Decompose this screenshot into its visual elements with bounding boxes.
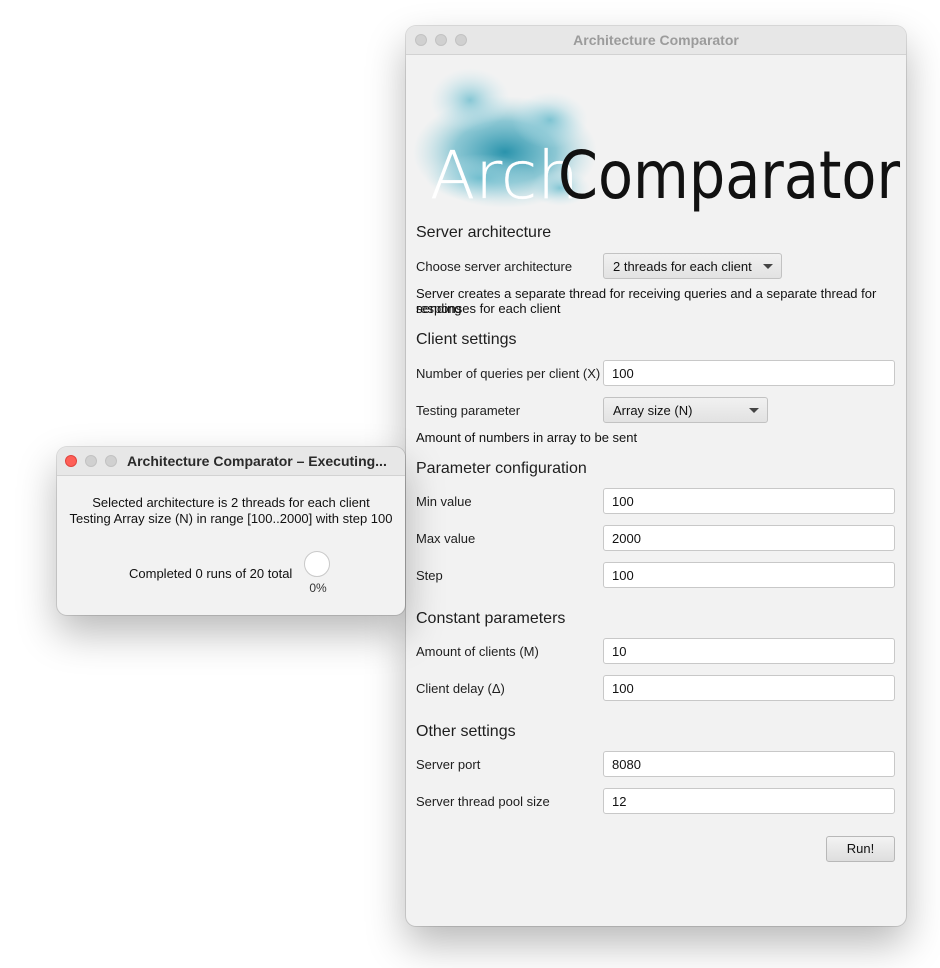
executing-dialog: Architecture Comparator – Executing... S…	[57, 447, 405, 615]
architecture-select-value: 2 threads for each client	[613, 259, 752, 274]
run-button[interactable]: Run!	[826, 836, 895, 862]
thread-pool-size-input[interactable]	[603, 788, 895, 814]
amount-of-clients-input[interactable]	[603, 638, 895, 664]
logo-text-comparator: Comparator	[558, 137, 901, 214]
amount-of-clients-label: Amount of clients (M)	[416, 644, 539, 659]
client-delay-label: Client delay (Δ)	[416, 681, 505, 696]
max-value-input[interactable]	[603, 525, 895, 551]
thread-pool-size-label: Server thread pool size	[416, 794, 550, 809]
logo-text-arch: Arch	[430, 137, 579, 214]
queries-per-client-input[interactable]	[603, 360, 895, 386]
queries-per-client-label: Number of queries per client (X)	[416, 366, 601, 381]
close-button[interactable]	[65, 455, 77, 467]
client-delay-input[interactable]	[603, 675, 895, 701]
section-heading-client-settings: Client settings	[416, 331, 517, 348]
step-label: Step	[416, 568, 443, 583]
archcomparator-logo: Arch Comparator	[413, 68, 901, 214]
progress-indicator	[304, 551, 330, 577]
dialog-title: Architecture Comparator – Executing...	[127, 453, 387, 469]
completed-runs-text: Completed 0 runs of 20 total	[129, 566, 293, 581]
step-input[interactable]	[603, 562, 895, 588]
min-value-input[interactable]	[603, 488, 895, 514]
dialog-titlebar[interactable]: Architecture Comparator – Executing...	[57, 447, 405, 476]
testing-parameter-select-value: Array size (N)	[613, 403, 693, 418]
testing-parameter-select[interactable]: Array size (N)	[603, 397, 768, 423]
selected-architecture-text: Selected architecture is 2 threads for e…	[92, 495, 370, 510]
testing-parameter-label: Testing parameter	[416, 403, 521, 418]
choose-architecture-label: Choose server architecture	[416, 259, 573, 274]
chevron-down-icon	[763, 264, 773, 269]
section-heading-server-architecture: Server architecture	[416, 224, 552, 241]
chevron-down-icon	[749, 408, 759, 413]
section-heading-parameter-configuration: Parameter configuration	[416, 460, 587, 477]
min-value-label: Min value	[416, 494, 472, 509]
main-window: Architecture Comparator Arch Comparator …	[406, 26, 906, 926]
max-value-label: Max value	[416, 531, 476, 546]
section-heading-other-settings: Other settings	[416, 723, 516, 740]
progress-percent: 0%	[309, 581, 327, 595]
window-title: Architecture Comparator	[573, 32, 739, 48]
minimize-button[interactable]	[85, 455, 97, 467]
architecture-select[interactable]: 2 threads for each client	[603, 253, 782, 279]
server-port-label: Server port	[416, 757, 481, 772]
server-port-input[interactable]	[603, 751, 895, 777]
testing-parameter-description: Amount of numbers in array to be sent	[416, 430, 638, 445]
section-heading-constant-parameters: Constant parameters	[416, 610, 566, 627]
main-titlebar[interactable]: Architecture Comparator	[406, 26, 906, 55]
zoom-button[interactable]	[105, 455, 117, 467]
testing-range-text: Testing Array size (N) in range [100..20…	[69, 511, 393, 526]
architecture-description-line2: responses for each client	[416, 301, 561, 316]
